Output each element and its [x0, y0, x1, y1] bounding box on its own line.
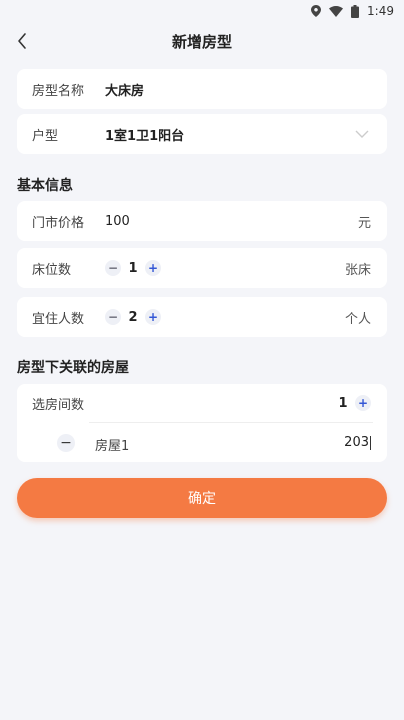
beds-stepper[interactable]: − 1 + — [105, 260, 161, 276]
beds-field: 床位数 − 1 + 张床 — [17, 248, 387, 288]
layout-select[interactable]: 户型 1室1卫1阳台 — [17, 114, 387, 154]
layout-label: 户型 — [32, 128, 59, 144]
beds-unit: 张床 — [344, 262, 371, 278]
wifi-icon — [329, 5, 344, 17]
guests-label: 宜住人数 — [32, 311, 85, 327]
page-title: 新增房型 — [171, 32, 232, 51]
price-field[interactable]: 门市价格 100 元 — [17, 201, 387, 241]
guests-minus-button[interactable]: − — [105, 309, 121, 325]
room-count-value: 1 — [338, 395, 348, 411]
beds-label: 床位数 — [32, 262, 72, 278]
room-list: 选房间数 1 + − 房屋1 203 — [17, 384, 387, 462]
price-value[interactable]: 100 — [105, 214, 130, 229]
room-count-stepper[interactable]: 1 + — [331, 395, 371, 411]
room-count-plus-button[interactable]: + — [355, 395, 371, 411]
price-label: 门市价格 — [32, 215, 85, 231]
room-item: − 房屋1 203 — [17, 423, 387, 462]
location-icon — [311, 5, 322, 17]
room-item-number: 203 — [344, 435, 369, 450]
confirm-button[interactable]: 确定 — [17, 478, 387, 518]
room-type-name-field[interactable]: 房型名称 大床房 — [17, 69, 387, 109]
beds-minus-button[interactable]: − — [105, 260, 121, 276]
guests-stepper[interactable]: − 2 + — [105, 309, 161, 325]
nav-bar: 新增房型 — [0, 22, 404, 60]
basic-info-title: 基本信息 — [17, 178, 73, 194]
room-item-name: 房屋1 — [95, 439, 130, 454]
rooms-section-title: 房型下关联的房屋 — [17, 360, 129, 376]
room-type-name-label: 房型名称 — [32, 83, 85, 99]
layout-value: 1室1卫1阳台 — [105, 128, 185, 144]
status-bar: 1:49 — [0, 0, 404, 22]
beds-count: 1 — [128, 260, 138, 276]
guests-field: 宜住人数 − 2 + 个人 — [17, 297, 387, 337]
battery-icon — [351, 4, 360, 18]
room-count-label: 选房间数 — [32, 397, 85, 413]
chevron-down-icon[interactable] — [355, 128, 369, 143]
back-arrow-icon[interactable] — [12, 30, 34, 52]
room-item-number-input[interactable]: 203 — [344, 435, 371, 450]
text-cursor — [370, 435, 371, 450]
clock-time: 1:49 — [367, 4, 394, 18]
guests-unit: 个人 — [344, 311, 371, 327]
guests-count: 2 — [128, 309, 138, 325]
price-unit: 元 — [357, 215, 371, 231]
beds-plus-button[interactable]: + — [145, 260, 161, 276]
room-type-name-value[interactable]: 大床房 — [105, 80, 144, 99]
guests-plus-button[interactable]: + — [145, 309, 161, 325]
remove-room-button[interactable]: − — [57, 434, 75, 452]
room-count-row: 选房间数 1 + — [17, 384, 387, 422]
